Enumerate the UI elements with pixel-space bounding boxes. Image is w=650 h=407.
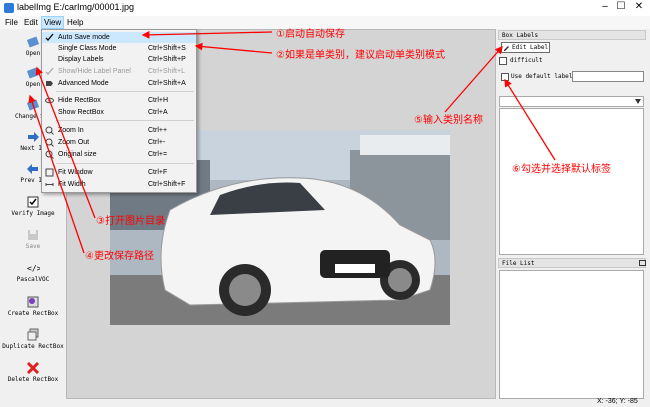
menu-edit[interactable]: Edit [22, 17, 40, 28]
open-file-icon [26, 36, 40, 48]
menu-hide-rectbox[interactable]: Hide RectBox Ctrl+H [42, 95, 196, 106]
right-panel: Box Labels Edit Label difficult Use defa… [496, 29, 650, 399]
save-icon [28, 230, 38, 240]
minimize-button[interactable]: – [598, 1, 612, 13]
menu-zoom-out[interactable]: Zoom Out Ctrl+- [42, 137, 196, 148]
create-rectbox-button[interactable]: Create RectBox [0, 295, 66, 317]
status-bar: X: -36; Y: -85 [0, 398, 650, 407]
use-default-label-checkbox[interactable] [501, 73, 509, 81]
difficult-label: difficult [510, 57, 543, 64]
checkmark-icon [45, 33, 54, 41]
arrow-right-icon [28, 132, 39, 142]
menu-display-labels[interactable]: Display Labels Ctrl+Shift+P [42, 54, 196, 65]
duplicate-rectbox-button[interactable]: Duplicate RectBox [0, 328, 66, 350]
annotation-4: ④更改保存路径 [85, 251, 154, 262]
svg-text:</>: </> [27, 264, 40, 273]
menu-separator [56, 120, 194, 121]
annotation-6: ⑥勾选并选择默认标签 [512, 164, 611, 175]
checkmark-icon [45, 67, 54, 75]
fit-window-icon [45, 168, 54, 177]
menu-zoom-in[interactable]: Zoom In Ctrl++ [42, 125, 196, 136]
folder-icon [26, 99, 40, 111]
chevron-down-icon [635, 99, 641, 104]
verify-image-button[interactable]: Verify Image [0, 195, 66, 217]
view-menu-dropdown: Auto Save mode Single Class Mode Ctrl+Sh… [41, 29, 197, 193]
float-dock-icon[interactable] [639, 260, 646, 266]
menu-original-size[interactable]: Original size Ctrl+= [42, 149, 196, 160]
menu-fit-window[interactable]: Fit Window Ctrl+F [42, 167, 196, 178]
close-button[interactable]: ✕ [632, 1, 646, 13]
code-icon: </> [27, 264, 40, 273]
menu-help[interactable]: Help [65, 17, 85, 28]
annotation-2: ②如果是单类别，建议启动单类别模式 [276, 50, 445, 61]
menu-file[interactable]: File [3, 17, 20, 28]
menu-separator [56, 91, 194, 92]
window-title: labelImg E:/carImg/00001.jpg [17, 2, 135, 12]
file-list-title: File List [498, 258, 646, 268]
annotation-3: ③打开图片目录 [96, 216, 165, 227]
menu-advanced-mode[interactable]: Advanced Mode Ctrl+Shift+A [42, 78, 196, 89]
create-box-icon [27, 296, 39, 308]
zoom-out-icon [45, 138, 54, 147]
format-button[interactable]: </> PascalVOC [0, 261, 66, 283]
maximize-button[interactable]: ☐ [614, 1, 628, 13]
file-list[interactable] [499, 270, 644, 399]
menu-show-rectbox[interactable]: Show RectBox Ctrl+A [42, 107, 196, 118]
menu-show-hide-label-panel: Show/Hide Label Panel Ctrl+Shift+L [42, 66, 196, 77]
menu-view[interactable]: View [41, 16, 65, 29]
eye-icon [45, 97, 54, 104]
arrow-left-icon [27, 164, 38, 174]
annotation-5: ⑤输入类别名称 [414, 115, 483, 126]
menu-separator [56, 163, 194, 164]
menu-single-class-mode[interactable]: Single Class Mode Ctrl+Shift+S [42, 43, 196, 54]
duplicate-icon [27, 328, 39, 341]
label-list[interactable] [499, 108, 644, 255]
edit-label-button[interactable]: Edit Label [501, 42, 550, 53]
edit-icon [504, 46, 509, 51]
default-label-input[interactable] [572, 71, 644, 82]
difficult-checkbox[interactable] [499, 57, 507, 65]
save-button[interactable]: Save [0, 228, 66, 250]
annotation-1: ①启动自动保存 [276, 29, 345, 40]
zoom-in-icon [45, 126, 54, 135]
zoom-icon [45, 150, 54, 159]
delete-icon [26, 361, 40, 375]
delete-rectbox-button[interactable]: Delete RectBox [0, 361, 66, 383]
menu-fit-width[interactable]: Fit Width Ctrl+Shift+F [42, 179, 196, 190]
fit-width-icon [45, 183, 54, 186]
tag-icon [46, 81, 53, 86]
checkbox-icon [27, 196, 39, 208]
box-labels-title: Box Labels [498, 30, 646, 40]
menu-auto-save-mode[interactable]: Auto Save mode [42, 32, 196, 43]
app-icon [4, 3, 14, 13]
title-bar: labelImg E:/carImg/00001.jpg – ☐ ✕ [0, 0, 650, 17]
use-default-label-text: Use default label [511, 73, 573, 80]
label-combobox[interactable] [499, 96, 644, 107]
open-folder-icon [26, 67, 40, 79]
cursor-coords: X: -36; Y: -85 [597, 398, 638, 405]
